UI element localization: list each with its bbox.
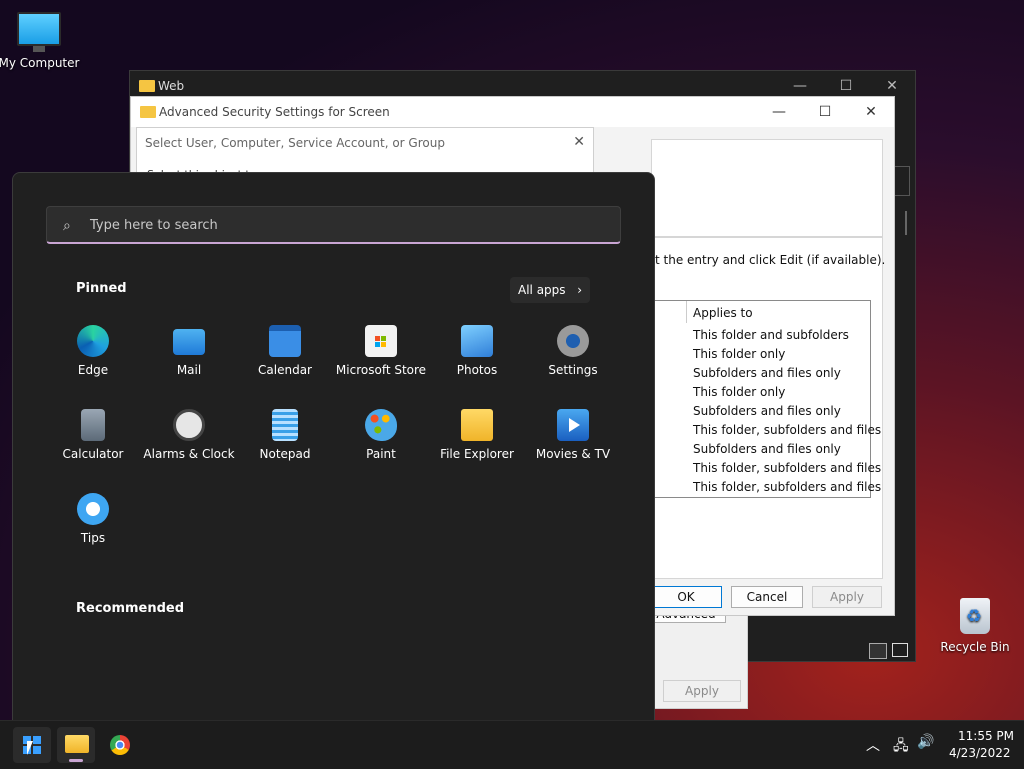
app-label: Notepad: [259, 447, 311, 461]
photos-icon: [461, 325, 493, 357]
clock-time[interactable]: 11:55 PM: [958, 729, 1014, 743]
table-row[interactable]: This folder, subfolders and files: [693, 480, 881, 494]
security-window-titlebar[interactable]: Advanced Security Settings for Screen — …: [131, 97, 894, 127]
folder-icon: [461, 409, 493, 441]
pinned-app-tips[interactable]: Tips: [45, 493, 141, 545]
web-window-side-strip: [905, 211, 907, 235]
pinned-heading: Pinned: [76, 281, 127, 296]
app-label: Calendar: [258, 363, 312, 377]
owner-panel: [651, 139, 883, 237]
instruction-text: t the entry and click Edit (if available…: [655, 253, 886, 267]
recommended-heading: Recommended: [76, 601, 185, 616]
mail-icon: [173, 329, 205, 355]
table-row[interactable]: This folder, subfolders and files: [693, 461, 881, 475]
taskbar-file-explorer[interactable]: [57, 727, 95, 763]
column-divider: [686, 301, 687, 323]
active-indicator: [69, 759, 83, 762]
clock-date[interactable]: 4/23/2022: [949, 746, 1011, 760]
app-label: Edge: [77, 363, 109, 377]
maximize-icon[interactable]: ☐: [802, 97, 848, 127]
folder-icon: [65, 735, 89, 753]
table-row[interactable]: This folder, subfolders and files: [693, 423, 881, 437]
app-label: Paint: [366, 447, 396, 461]
minimize-icon[interactable]: —: [756, 97, 802, 127]
app-label: Calculator: [62, 447, 124, 461]
pinned-app-calendar[interactable]: Calendar: [237, 325, 333, 377]
search-icon: ⌕: [63, 218, 71, 234]
applies-to-header[interactable]: Applies to: [693, 306, 753, 320]
details-view-icon[interactable]: [869, 643, 887, 659]
pinned-app-movies-tv[interactable]: Movies & TV: [525, 409, 621, 461]
pinned-app-notepad[interactable]: Notepad: [237, 409, 333, 461]
desktop-icon-label: My Computer: [0, 56, 80, 70]
apply-button-secondary[interactable]: Apply: [663, 680, 741, 702]
mouse-cursor-icon: [27, 741, 33, 755]
calendar-icon: [269, 325, 301, 357]
pinned-app-file-explorer[interactable]: File Explorer: [429, 409, 525, 461]
pinned-app-mail[interactable]: Mail: [141, 325, 237, 377]
table-row[interactable]: Subfolders and files only: [693, 442, 841, 456]
folder-icon: [139, 80, 155, 92]
ok-button[interactable]: OK: [650, 586, 722, 608]
movies-icon: [557, 409, 589, 441]
app-label: Mail: [176, 363, 202, 377]
show-hidden-icons-icon[interactable]: ︿: [866, 735, 880, 755]
table-row[interactable]: Subfolders and files only: [693, 366, 841, 380]
search-placeholder: Type here to search: [90, 218, 218, 233]
calculator-icon: [81, 409, 105, 441]
large-icons-view-icon[interactable]: [892, 643, 908, 657]
chevron-right-icon: ›: [577, 283, 582, 297]
all-apps-label: All apps: [518, 283, 566, 297]
gear-icon: [557, 325, 589, 357]
app-label: Alarms & Clock: [143, 447, 235, 461]
recycle-bin-icon: [960, 598, 990, 634]
close-icon[interactable]: ✕: [573, 134, 585, 150]
app-label: File Explorer: [440, 447, 514, 461]
pinned-app-photos[interactable]: Photos: [429, 325, 525, 377]
pinned-app-alarms-clock[interactable]: Alarms & Clock: [141, 409, 237, 461]
clock-icon: [173, 409, 205, 441]
app-label: Settings: [548, 363, 598, 377]
edge-icon: [77, 325, 109, 357]
web-window-title: Web: [158, 79, 185, 93]
app-label: Movies & TV: [535, 447, 611, 461]
table-row[interactable]: This folder only: [693, 385, 785, 399]
volume-icon[interactable]: 🔊: [917, 734, 934, 750]
desktop-icon-label: Recycle Bin: [940, 640, 1010, 654]
app-label: Tips: [80, 531, 106, 545]
network-icon[interactable]: 🖧: [893, 735, 909, 759]
close-icon[interactable]: ✕: [848, 97, 894, 127]
folder-icon: [140, 106, 156, 118]
chrome-icon: [110, 735, 130, 755]
app-label: Photos: [456, 363, 498, 377]
lightbulb-icon: [77, 493, 109, 525]
table-row[interactable]: This folder and subfolders: [693, 328, 849, 342]
pinned-app-paint[interactable]: Paint: [333, 409, 429, 461]
start-menu: ⌕ Type here to search Pinned All apps › …: [12, 172, 655, 722]
all-apps-button[interactable]: All apps ›: [510, 277, 590, 303]
notepad-icon: [272, 409, 298, 441]
pinned-app-calculator[interactable]: Calculator: [45, 409, 141, 461]
table-row[interactable]: Subfolders and files only: [693, 404, 841, 418]
desktop-icon-my-computer[interactable]: My Computer: [0, 2, 84, 70]
table-row[interactable]: This folder only: [693, 347, 785, 361]
store-icon: [365, 325, 397, 357]
desktop-icon-recycle-bin[interactable]: Recycle Bin: [930, 598, 1020, 654]
app-label: Microsoft Store: [335, 363, 427, 377]
taskbar-chrome[interactable]: [101, 727, 139, 763]
start-search-input[interactable]: ⌕ Type here to search: [46, 206, 621, 244]
pinned-app-edge[interactable]: Edge: [45, 325, 141, 377]
select-user-dialog-title: Select User, Computer, Service Account, …: [145, 136, 445, 150]
paint-icon: [365, 409, 397, 441]
security-window-title: Advanced Security Settings for Screen: [159, 105, 390, 119]
pinned-app-microsoft-store[interactable]: Microsoft Store: [333, 325, 429, 377]
cancel-button[interactable]: Cancel: [731, 586, 803, 608]
taskbar: ︿ 🖧 🔊 11:55 PM 4/23/2022: [0, 720, 1024, 769]
computer-icon: [17, 12, 61, 52]
start-button[interactable]: [13, 727, 51, 763]
apply-button[interactable]: Apply: [812, 586, 882, 608]
pinned-app-settings[interactable]: Settings: [525, 325, 621, 377]
